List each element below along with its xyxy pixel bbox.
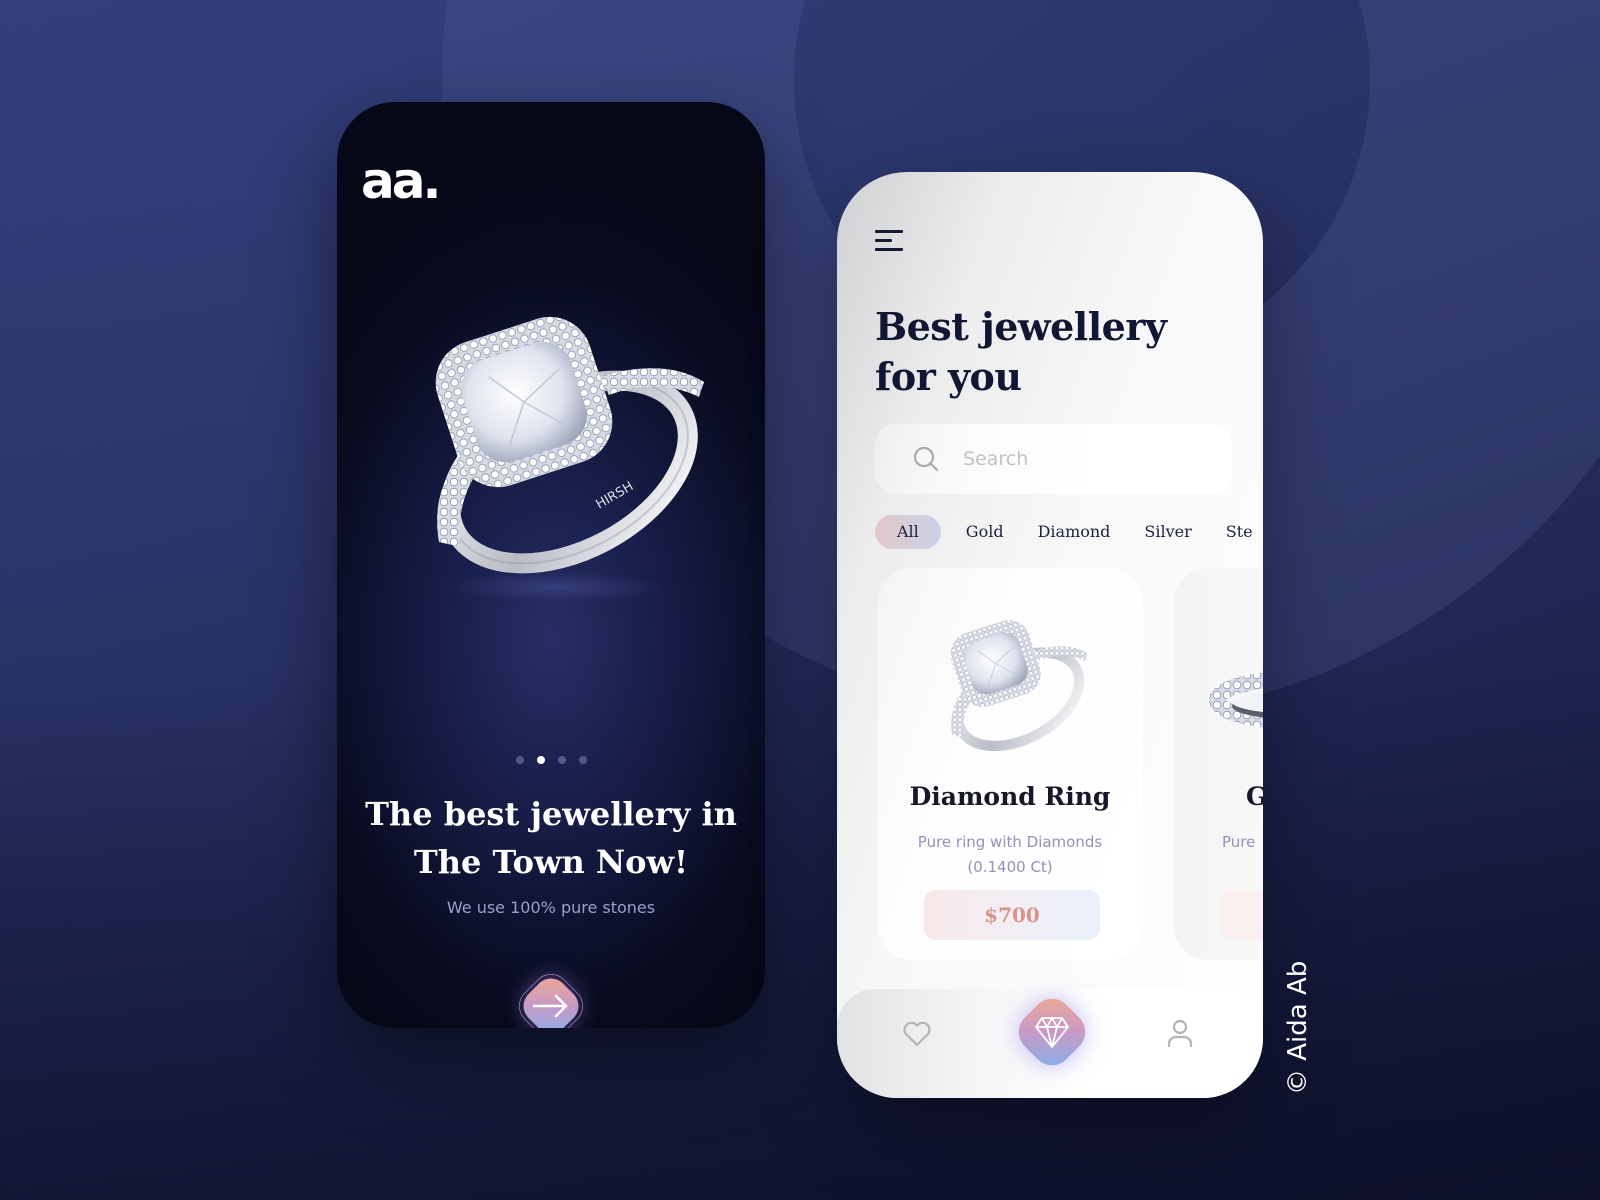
pager-dot[interactable] xyxy=(515,756,524,764)
onboarding-screen: aa. HIRSH The best jewellery in The Town… xyxy=(337,102,765,1028)
page-title-line-2: for you xyxy=(875,354,1022,399)
author-credit: © Aida Ab xyxy=(1283,960,1313,1095)
onboarding-pager xyxy=(337,756,765,764)
product-card[interactable]: G Pure xyxy=(1174,568,1263,960)
hamburger-menu-icon[interactable] xyxy=(875,230,905,252)
catalogue-screen: Best jewellery for you All Gold Diamond … xyxy=(837,172,1263,1098)
bottom-navigation xyxy=(837,989,1263,1098)
search-icon xyxy=(913,446,939,472)
category-tab-diamond[interactable]: Diamond xyxy=(1027,515,1122,549)
onboarding-subtitle: We use 100% pure stones xyxy=(446,898,656,917)
product-name: Diamond Ring xyxy=(909,782,1111,811)
category-tab-all[interactable]: All xyxy=(875,515,941,549)
product-description: Pure xyxy=(1222,833,1256,851)
category-tabs: All Gold Diamond Silver Ste xyxy=(875,515,1263,549)
search-input[interactable] xyxy=(963,448,1193,470)
user-icon[interactable] xyxy=(1167,1019,1193,1049)
page-title-line-1: Best jewellery xyxy=(875,304,1167,349)
product-name: G xyxy=(1246,782,1263,811)
pager-dot[interactable] xyxy=(557,756,566,764)
page-title: Best jewellery for you xyxy=(875,302,1167,402)
heart-icon[interactable] xyxy=(902,1019,932,1049)
diamond-icon xyxy=(1035,1017,1069,1048)
product-price-button[interactable] xyxy=(1221,890,1263,940)
next-button[interactable] xyxy=(511,966,591,1028)
pager-dot[interactable] xyxy=(578,756,587,764)
arrow-right-icon xyxy=(532,994,568,1018)
brand-logo: aa. xyxy=(361,152,442,210)
background-vignette xyxy=(0,0,1600,1200)
category-tab-sterling[interactable]: Ste xyxy=(1215,515,1263,549)
onboarding-title: The best jewellery in The Town Now! xyxy=(357,790,745,886)
onboarding-title-line-2: The Town Now! xyxy=(413,843,689,881)
diamond-ring-image xyxy=(950,620,1088,752)
eternity-band-image xyxy=(1209,672,1263,728)
diamond-ring-image: HIRSH xyxy=(435,316,704,574)
pager-dot-active[interactable] xyxy=(536,756,545,764)
product-description: Pure ring with Diamonds (0.1400 Ct) xyxy=(917,833,1103,876)
category-tab-gold[interactable]: Gold xyxy=(955,515,1015,549)
svg-text:HIRSH: HIRSH xyxy=(594,479,637,512)
nav-home-button[interactable] xyxy=(1010,990,1094,1074)
ring-reflection xyxy=(447,572,667,602)
product-price-button[interactable]: $700 xyxy=(924,890,1100,940)
product-card[interactable]: Diamond Ring Pure ring with Diamonds (0.1… xyxy=(877,568,1143,960)
onboarding-title-line-1: The best jewellery in xyxy=(365,795,737,833)
search-bar[interactable] xyxy=(875,424,1232,494)
category-tab-silver[interactable]: Silver xyxy=(1133,515,1202,549)
